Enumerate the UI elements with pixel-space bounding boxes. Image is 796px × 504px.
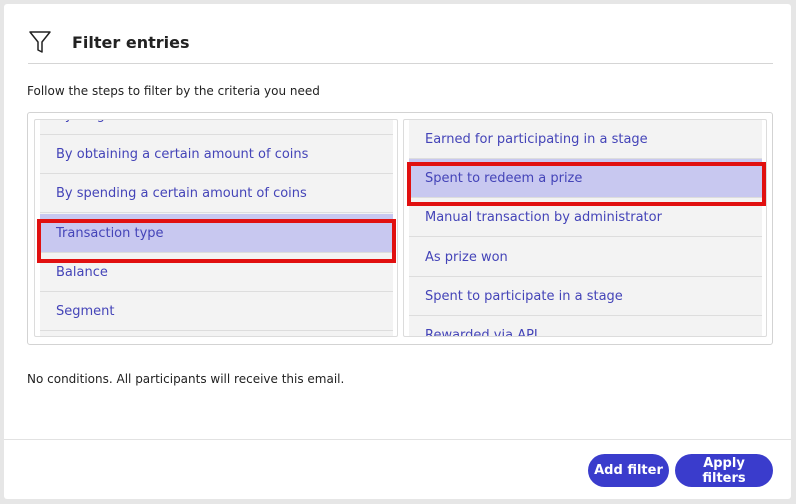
criteria-list-scroll[interactable]: By stage By obtaining a certain amount o… [40, 120, 393, 336]
option-spent-redeem-prize[interactable]: Spent to redeem a prize [409, 159, 762, 198]
instructions-text: Follow the steps to filter by the criter… [27, 84, 320, 98]
option-spent-participate-stage[interactable]: Spent to participate in a stage [409, 277, 762, 316]
transaction-type-list[interactable]: Earned for participating in a stage Spen… [403, 119, 767, 337]
apply-filters-button[interactable]: Apply filters [675, 454, 773, 487]
criteria-item-obtaining-coins[interactable]: By obtaining a certain amount of coins [40, 135, 393, 174]
criteria-item-spending-coins[interactable]: By spending a certain amount of coins [40, 174, 393, 213]
dialog-header: Filter entries [28, 26, 190, 58]
add-filter-button[interactable]: Add filter [588, 454, 669, 487]
option-rewarded-api[interactable]: Rewarded via API [409, 316, 762, 337]
transaction-type-list-scroll[interactable]: Earned for participating in a stage Spen… [409, 120, 762, 336]
criteria-item-segment[interactable]: Segment [40, 292, 393, 331]
dialog-title: Filter entries [72, 32, 190, 52]
filter-icon [28, 30, 52, 54]
filter-picker: By stage By obtaining a certain amount o… [27, 112, 773, 345]
filter-dialog: Filter entries Follow the steps to filte… [4, 4, 791, 499]
header-divider [28, 63, 773, 64]
criteria-item-balance[interactable]: Balance [40, 253, 393, 292]
criteria-item-by-stage[interactable]: By stage [40, 120, 393, 135]
option-prize-won[interactable]: As prize won [409, 238, 762, 277]
footer-divider [4, 439, 791, 440]
option-manual-transaction[interactable]: Manual transaction by administrator [409, 198, 762, 237]
criteria-list[interactable]: By stage By obtaining a certain amount o… [34, 119, 398, 337]
option-earned-participating[interactable]: Earned for participating in a stage [409, 120, 762, 159]
status-text: No conditions. All participants will rec… [27, 372, 345, 386]
criteria-item-transaction-type[interactable]: Transaction type [40, 214, 393, 253]
